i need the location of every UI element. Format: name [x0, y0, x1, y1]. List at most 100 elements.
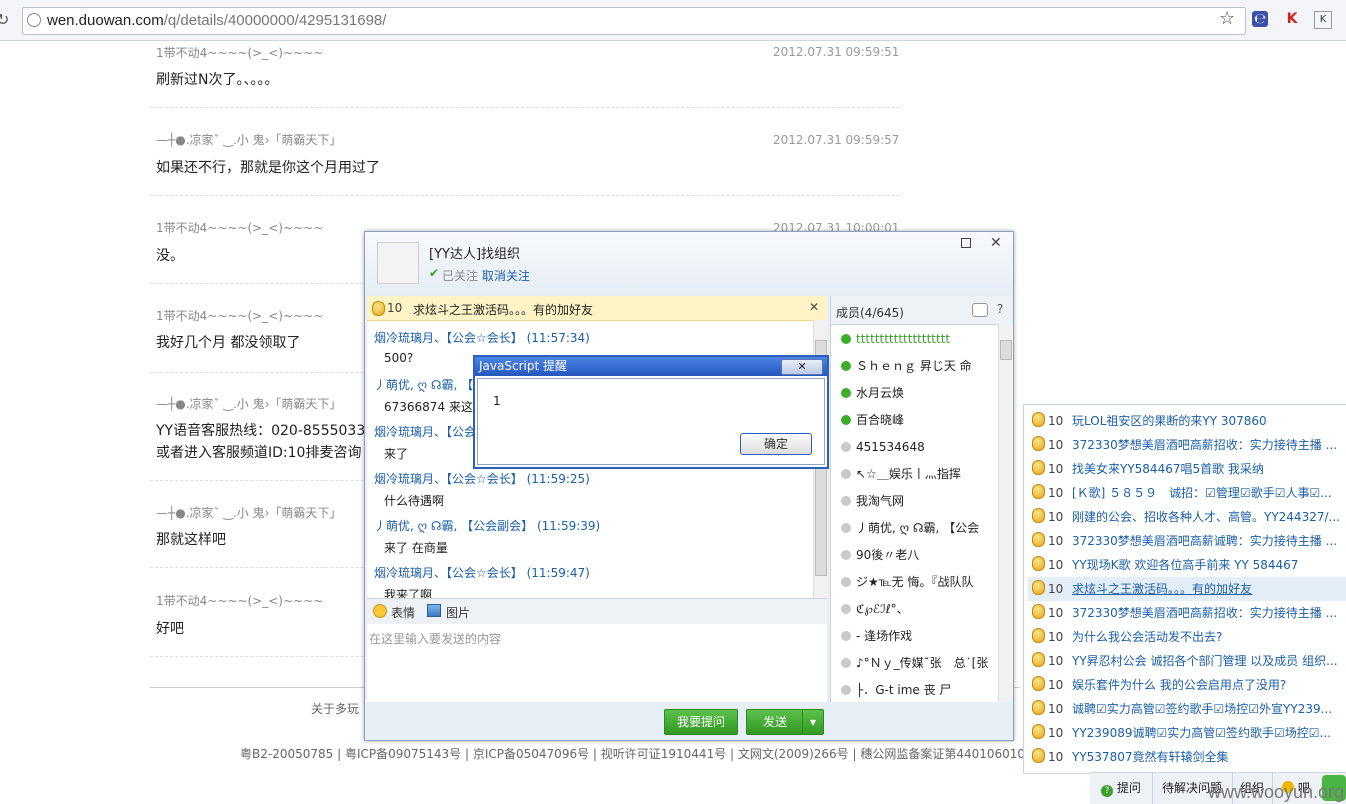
send-options-button[interactable]: ▾ [802, 709, 824, 735]
question-title[interactable]: YY537807竟然有轩辕剑全集 [1072, 750, 1228, 764]
list-item[interactable]: 10 玩LOL祖安区的果断的来YY 307860 [1032, 409, 1346, 433]
avatar[interactable] [377, 242, 419, 284]
member-item[interactable]: - 逢场作戏 [841, 623, 989, 650]
reload-icon[interactable]: ↻ [0, 10, 9, 29]
image-button[interactable]: 图片 [446, 604, 470, 621]
question-title[interactable]: 372330梦想美眉酒吧高薪招收：实力接待主播 ... [1072, 438, 1337, 452]
extension-icon-2[interactable]: K [1284, 11, 1300, 27]
list-item[interactable]: 10 诚聘☑实力高管☑签约歌手☑场控☑外宣YY239... [1032, 697, 1346, 721]
followed-label: 已关注 [442, 269, 479, 283]
reward-points: 10 [1048, 438, 1064, 452]
member-item[interactable]: 水月云焕 [841, 380, 989, 407]
url-text: wen.duowan.com/q/details/40000000/429513… [47, 12, 386, 29]
member-panel: 成员(4/645) ? tttttttttttttttttttt Ｓｈｅｎｇ 昇じ… [830, 296, 1013, 704]
comment-user[interactable]: —┼●.凉家ˇ ‿.小 鬼›「萌霸天下」 [156, 131, 341, 148]
reward-points: 10 [1048, 702, 1064, 716]
address-bar[interactable]: wen.duowan.com/q/details/40000000/429513… [22, 7, 1246, 35]
member-name: 百合晓峰 [856, 413, 905, 427]
send-button[interactable]: 发送 [746, 709, 804, 735]
list-item[interactable]: 10 刚建的公会、招收各种人才、高管。YY244327/... [1032, 505, 1346, 529]
ok-button[interactable]: 确定 [740, 433, 812, 455]
member-item[interactable]: ℭ℘ℰℐℓ°、 [841, 596, 989, 623]
online-status-icon [841, 415, 851, 425]
question-title[interactable]: 娱乐套件为什么 我的公会启用点了没用? [1072, 678, 1286, 692]
question-title[interactable]: YY239089诚聘☑实力高管☑签约歌手☑场控☑... [1072, 726, 1331, 740]
question-title[interactable]: [Ｋ歌] ５８５９ 诚招：☑管理☑歌手☑人事☑... [1072, 486, 1332, 500]
emoji-button[interactable]: 表情 [391, 604, 415, 621]
list-item[interactable]: 10 372330梦想美眉酒吧高薪诚聘：实力接待主播 ... [1032, 529, 1346, 553]
extension-icon-1[interactable]: ℮ [1252, 11, 1268, 27]
list-item[interactable]: 10 求炫斗之王激活码。。。有的加好友 [1028, 577, 1346, 601]
message-sender[interactable]: 烟冷琉璃月、【公会 [374, 423, 476, 440]
message-sender[interactable]: 烟冷琉璃月、【公会☆会长】 (11:57:34) [374, 329, 590, 346]
member-item[interactable]: Ｓｈｅｎｇ 昇じ天 命 [841, 353, 989, 380]
comment-user[interactable]: —┼●.凉家ˇ ‿.小 鬼›「萌霸天下」 [156, 504, 341, 521]
url-host: wen.duowan.com [47, 12, 164, 29]
comment-user[interactable]: 1带不动4~~~~(>_<)~~~~ [156, 592, 323, 609]
message-sender[interactable]: 烟冷琉璃月、【公会☆会长】 (11:59:47) [374, 564, 590, 581]
list-item[interactable]: 10 为什么我公会活动发不出去? [1032, 625, 1346, 649]
member-item[interactable]: ↖☆＿娱乐丨灬指挥 [841, 461, 989, 488]
comment-user[interactable]: 1带不动4~~~~(>_<)~~~~ [156, 44, 323, 61]
question-title[interactable]: 为什么我公会活动发不出去? [1072, 630, 1222, 644]
message-sender[interactable]: 烟冷琉璃月、【公会☆会长】 (11:59:25) [374, 470, 590, 487]
alert-title: JavaScript 提醒 [479, 359, 567, 373]
coin-icon [1032, 652, 1045, 667]
question-title[interactable]: YY现场K歌 欢迎各位高手前来 YY 584467 [1072, 558, 1298, 572]
image-icon[interactable] [427, 604, 441, 617]
alert-close-button[interactable]: ✕ [781, 359, 823, 375]
star-icon[interactable]: ☆ [1219, 10, 1235, 28]
list-item[interactable]: 10 娱乐套件为什么 我的公会启用点了没用? [1032, 673, 1346, 697]
member-item[interactable]: 丿萌优, ღ ☊霸, 【公会 [841, 515, 989, 542]
member-item[interactable]: 90後〃老八 [841, 542, 989, 569]
message-input[interactable]: 在这里输入要发送的内容 [367, 624, 827, 702]
list-item[interactable]: 10 372330梦想美眉酒吧高薪招收：实力接待主播 ... [1032, 601, 1346, 625]
message-sender[interactable]: 丿萌优, ღ ☊霸, 【公会副会】 (11:59:39) [374, 517, 600, 534]
alert-body: 1 确定 [477, 378, 825, 465]
question-title[interactable]: 求炫斗之王激活码。。。有的加好友 [1072, 582, 1252, 596]
question-title[interactable]: 372330梦想美眉酒吧高薪招收：实力接待主播 ... [1072, 606, 1337, 620]
member-item[interactable]: 百合晓峰 [841, 407, 989, 434]
question-title[interactable]: 诚聘☑实力高管☑签约歌手☑场控☑外宣YY239... [1072, 702, 1332, 716]
coin-icon [1032, 628, 1045, 643]
close-icon[interactable]: ✕ [809, 300, 819, 314]
scroll-thumb[interactable] [1000, 340, 1012, 360]
ask-tab[interactable]: ? 提问 [1090, 773, 1153, 804]
announcement-bar[interactable]: 10 求炫斗之王激活码。。。有的加好友 ✕ [367, 296, 827, 321]
search-icon[interactable] [972, 303, 988, 317]
footer-links: 粤B2-20050785 | 粤ICP备09075143号 | 京ICP备050… [240, 747, 1048, 761]
comment-user[interactable]: 1带不动4~~~~(>_<)~~~~ [156, 219, 323, 236]
list-item[interactable]: 10 [Ｋ歌] ５８５９ 诚招：☑管理☑歌手☑人事☑... [1032, 481, 1346, 505]
extension-icon-3[interactable]: K [1314, 11, 1332, 29]
list-item[interactable]: 10 找美女来YY584467唱5首歌 我采纳 [1032, 457, 1346, 481]
maximize-icon[interactable] [961, 238, 971, 248]
question-title[interactable]: 372330梦想美眉酒吧高薪诚聘：实力接待主播 ... [1072, 534, 1337, 548]
question-title[interactable]: 找美女来YY584467唱5首歌 我采纳 [1072, 462, 1264, 476]
list-item[interactable]: 10 YY昇忍村公会 诚招各个部门管理 以及成员 组织... [1032, 649, 1346, 673]
member-item[interactable]: tttttttttttttttttttt [841, 326, 989, 353]
list-item[interactable]: 10 372330梦想美眉酒吧高薪招收：实力接待主播 ... [1032, 433, 1346, 457]
member-item[interactable]: 我淘气网 [841, 488, 989, 515]
member-item[interactable]: ├．G-t ime 丧 尸 [841, 677, 989, 704]
close-icon[interactable]: ✕ [990, 235, 1002, 251]
help-icon[interactable]: ? [997, 302, 1003, 316]
emoji-icon[interactable] [373, 604, 387, 618]
member-name: 丿萌优, ღ ☊霸, 【公会 [856, 521, 980, 535]
about-link[interactable]: 关于多玩 [311, 700, 359, 717]
member-item[interactable]: ジ★℡无 悔。『战队队 [841, 569, 989, 596]
comment-user[interactable]: 1带不动4~~~~(>_<)~~~~ [156, 307, 323, 324]
member-item[interactable]: 451534648 [841, 434, 989, 461]
member-item[interactable]: ♪°Ｎｙ_传媒˘张 总˙[张 [841, 650, 989, 677]
question-title[interactable]: 刚建的公会、招收各种人才、高管。YY244327/... [1072, 510, 1340, 524]
unfollow-link[interactable]: 取消关注 [482, 267, 530, 284]
globe-icon [27, 13, 41, 27]
comment-user[interactable]: —┼●.凉家ˇ ‿.小 鬼›「萌霸天下」 [156, 395, 341, 412]
list-item[interactable]: 10 YY537807竟然有轩辕剑全集 [1032, 745, 1346, 769]
comment-text: YY语音客服热线：020-85550331 [156, 423, 375, 439]
list-item[interactable]: 10 YY现场K歌 欢迎各位高手前来 YY 584467 [1032, 553, 1346, 577]
member-scrollbar[interactable] [998, 324, 1013, 702]
list-item[interactable]: 10 YY239089诚聘☑实力高管☑签约歌手☑场控☑... [1032, 721, 1346, 745]
question-title[interactable]: 玩LOL祖安区的果断的来YY 307860 [1072, 414, 1267, 428]
question-title[interactable]: YY昇忍村公会 诚招各个部门管理 以及成员 组织... [1072, 654, 1338, 668]
ask-button[interactable]: 我要提问 [664, 709, 738, 735]
